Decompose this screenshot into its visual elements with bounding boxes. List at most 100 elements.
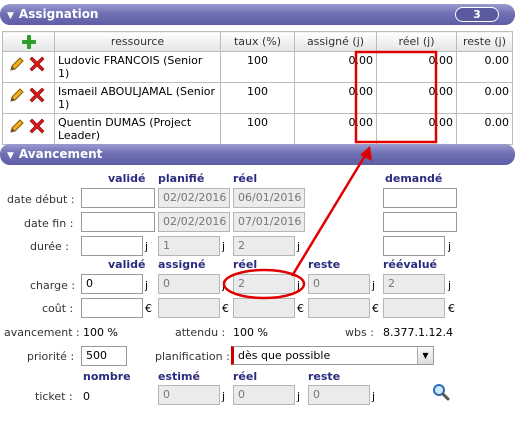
add-icon[interactable] (21, 34, 36, 49)
delete-x-icon[interactable] (29, 87, 45, 103)
cell-taux: 100 (220, 82, 295, 114)
date-fin-planifie-input: 02/02/2016 (158, 212, 230, 232)
header-ticket-nombre: nombre (83, 370, 131, 383)
header-work-reste: reste (308, 258, 341, 271)
ticket-estime-unit: j (222, 390, 226, 403)
cell-taux: 100 (220, 51, 295, 83)
avancement-header[interactable]: ▼ Avancement (0, 144, 515, 165)
collapse-triangle-icon[interactable]: ▼ (7, 151, 14, 161)
ticket-estime-input: 0 (158, 385, 220, 405)
date-debut-label: date début : (7, 193, 75, 206)
header-work-reevalue: réévalué (383, 258, 438, 271)
cout-valide-input[interactable] (81, 298, 143, 318)
header-demande: demandé (385, 172, 443, 185)
attendu-label: attendu : (175, 326, 226, 339)
edit-pencil-icon[interactable] (9, 87, 25, 103)
col-taux: taux (%) (220, 31, 295, 52)
duree-planifie-unit: j (222, 240, 226, 253)
header-ticket-reste: reste (308, 370, 341, 383)
duree-label: durée : (30, 240, 69, 253)
duree-demande-unit: j (448, 240, 452, 253)
cout-reel-unit: € (297, 302, 304, 315)
charge-assigne-input: 0 (158, 274, 220, 294)
date-fin-reel-input: 07/01/2016 (233, 212, 305, 232)
cout-assigne-unit: € (222, 302, 229, 315)
cout-reste-input (308, 298, 370, 318)
avancement-title: Avancement (18, 147, 103, 161)
cout-reevalue-unit: € (448, 302, 455, 315)
chevron-down-icon[interactable]: ▼ (417, 347, 433, 364)
table-row: Quentin DUMAS (Project Leader) 100 0.00 … (2, 113, 513, 145)
delete-x-icon[interactable] (29, 118, 45, 134)
ticket-reste-input: 0 (308, 385, 370, 405)
duree-valide-input[interactable] (81, 236, 143, 256)
cell-assigne: 0.00 (294, 113, 377, 145)
header-planifie: planifié (158, 172, 205, 185)
row-actions (2, 82, 55, 114)
cout-reel-input (233, 298, 295, 318)
cell-assigne: 0.00 (294, 51, 377, 83)
col-ressource: ressource (54, 31, 221, 52)
avancement-value: 100 % (83, 326, 118, 339)
table-row: Ismaeil ABOULJAMAL (Senior 1) 100 0.00 0… (2, 82, 513, 114)
priorite-input[interactable]: 500 (81, 346, 127, 366)
delete-x-icon[interactable] (29, 56, 45, 72)
ticket-nombre-value: 0 (83, 390, 90, 403)
table-header-row: ressource taux (%) assigné (j) réel (j) … (2, 31, 513, 52)
row-actions (2, 51, 55, 83)
cell-reel: 0.00 (376, 113, 457, 145)
wbs-label: wbs : (345, 326, 374, 339)
wbs-value: 8.377.1.12.4 (383, 326, 453, 339)
duree-reel-input: 2 (233, 236, 295, 256)
cell-ressource: Quentin DUMAS (Project Leader) (54, 113, 221, 145)
cout-assigne-input (158, 298, 220, 318)
header-ticket-reel: réel (233, 370, 258, 383)
charge-reevalue-unit: j (448, 279, 452, 292)
cell-taux: 100 (220, 113, 295, 145)
cout-valide-unit: € (145, 302, 152, 315)
charge-reste-unit: j (372, 279, 376, 292)
duree-planifie-input: 1 (158, 236, 220, 256)
charge-reste-input: 0 (308, 274, 370, 294)
search-magnifier-icon[interactable] (432, 383, 450, 401)
ticket-label: ticket : (35, 390, 73, 403)
header-work-reel: réel (233, 258, 258, 271)
ticket-reste-unit: j (372, 390, 376, 403)
date-debut-demande-input[interactable] (383, 188, 457, 208)
charge-valide-unit: j (145, 279, 149, 292)
charge-reevalue-input: 2 (383, 274, 445, 294)
header-valide: validé (108, 172, 146, 185)
date-fin-demande-input[interactable] (383, 212, 457, 232)
cell-reste: 0.00 (456, 51, 513, 83)
cell-reel: 0.00 (376, 82, 457, 114)
col-reste: reste (j) (456, 31, 513, 52)
edit-pencil-icon[interactable] (9, 56, 25, 72)
date-debut-valide-input[interactable] (81, 188, 155, 208)
attendu-value: 100 % (233, 326, 268, 339)
cell-reste: 0.00 (456, 82, 513, 114)
col-reel: réel (j) (376, 31, 457, 52)
header-reel: réel (233, 172, 258, 185)
charge-label: charge : (30, 279, 76, 292)
header-work-assigne: assigné (158, 258, 206, 271)
duree-reel-unit: j (297, 240, 301, 253)
date-fin-valide-input[interactable] (81, 212, 155, 232)
col-assigne: assigné (j) (294, 31, 377, 52)
duree-demande-input[interactable] (383, 236, 445, 256)
table-row: Ludovic FRANCOIS (Senior 1) 100 0.00 0.0… (2, 51, 513, 83)
edit-pencil-icon[interactable] (9, 118, 25, 134)
add-assignment-cell[interactable] (2, 31, 55, 52)
date-debut-reel-input: 06/01/2016 (233, 188, 305, 208)
cell-ressource: Ismaeil ABOULJAMAL (Senior 1) (54, 82, 221, 114)
collapse-triangle-icon[interactable]: ▼ (7, 11, 14, 21)
assignation-table: ressource taux (%) assigné (j) réel (j) … (2, 31, 513, 145)
charge-valide-input[interactable]: 0 (81, 274, 143, 294)
planification-select[interactable]: dès que possible ▼ (231, 346, 434, 365)
charge-reel-input: 2 (233, 274, 295, 294)
ticket-reel-input: 0 (233, 385, 295, 405)
charge-reel-unit: j (297, 279, 301, 292)
cell-reste: 0.00 (456, 113, 513, 145)
assignation-title: Assignation (18, 7, 99, 21)
assignation-header[interactable]: ▼ Assignation 3 (0, 4, 515, 25)
cell-ressource: Ludovic FRANCOIS (Senior 1) (54, 51, 221, 83)
